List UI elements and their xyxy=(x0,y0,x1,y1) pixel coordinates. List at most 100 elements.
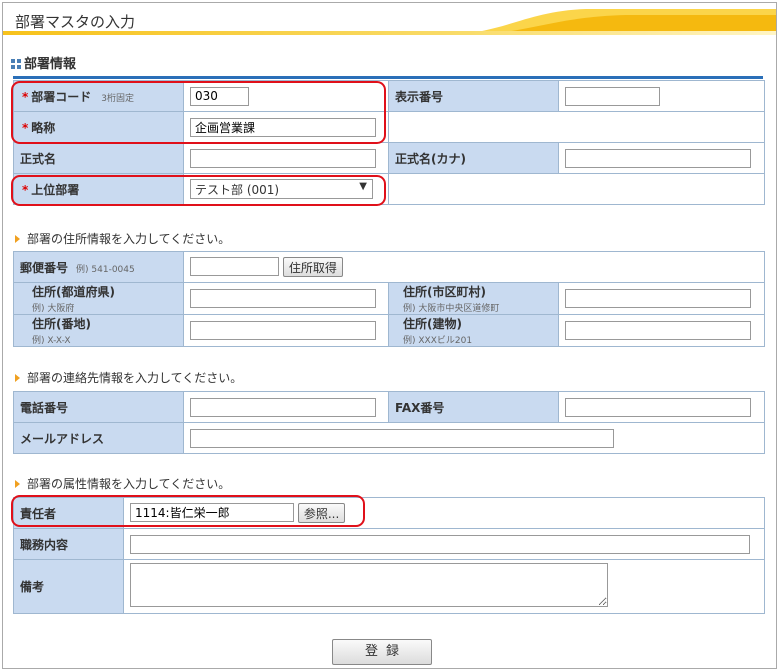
section-title-text: 部署情報 xyxy=(24,57,77,72)
page-header: 部署マスタの入力 xyxy=(3,3,776,37)
zip-label-cell: 郵便番号 例) 541-0045 xyxy=(13,251,184,283)
block-label-cell: 住所(番地) 例) X-X-X xyxy=(13,314,184,347)
parent-dept-label-cell: * 上位部署 xyxy=(13,173,184,205)
register-button[interactable]: 登録 xyxy=(332,639,432,665)
block-example: 例) X-X-X xyxy=(32,336,71,346)
building-label: 住所(建物) xyxy=(403,317,462,331)
pref-label: 住所(都道府県) xyxy=(32,285,115,299)
notes-label: 備考 xyxy=(20,580,45,594)
abbrev-label: 略称 xyxy=(31,120,56,135)
notes-cell xyxy=(123,559,765,614)
pref-cell xyxy=(183,282,389,315)
zip-label: 郵便番号 xyxy=(20,260,69,275)
dropdown-arrow-icon: ▼ xyxy=(359,181,367,192)
pref-example: 例) 大阪府 xyxy=(32,304,75,314)
building-label-cell: 住所(建物) 例) XXXビル201 xyxy=(388,314,559,347)
pref-input[interactable] xyxy=(190,289,376,308)
manager-cell: 参照... xyxy=(123,497,765,529)
fax-label: FAX番号 xyxy=(395,400,445,415)
manager-input[interactable] xyxy=(130,502,294,522)
dept-code-input[interactable] xyxy=(190,86,249,106)
abbrev-label-cell: * 略称 xyxy=(13,111,184,143)
dept-code-label-cell: * 部署コード 3桁固定 xyxy=(13,80,184,112)
duties-label: 職務内容 xyxy=(20,537,69,552)
parent-dept-cell: テスト部 (001) ▼ xyxy=(183,173,389,205)
fax-input[interactable] xyxy=(565,397,751,417)
city-example: 例) 大阪市中央区道修町 xyxy=(403,304,500,314)
phone-label-cell: 電話番号 xyxy=(13,391,184,423)
building-cell xyxy=(558,314,765,347)
city-input[interactable] xyxy=(565,289,751,308)
required-mark: * xyxy=(22,120,29,135)
fax-label-cell: FAX番号 xyxy=(388,391,559,423)
empty-cell xyxy=(388,111,765,143)
basic-info-table: *部署コード3桁固定 表示番号 *略称 正式名 正式名(カナ) xyxy=(13,80,765,205)
section-title: 部署情報 xyxy=(11,53,76,72)
dept-code-note: 3桁固定 xyxy=(101,93,135,104)
address-info-label: 部署の住所情報を入力してください。 xyxy=(27,232,231,246)
duties-input[interactable] xyxy=(130,534,750,554)
contact-table: 電話番号 FAX番号 メールアドレス xyxy=(13,391,765,454)
fax-cell xyxy=(558,391,765,423)
building-example: 例) XXXビル201 xyxy=(403,336,473,346)
official-name-input[interactable] xyxy=(190,148,376,168)
official-name-label: 正式名 xyxy=(20,151,57,166)
address-table: 郵便番号 例) 541-0045 住所取得 住所(都道府県) 例) 大阪府 住所(市… xyxy=(13,251,765,347)
manager-label-cell: 責任者 xyxy=(13,497,124,529)
phone-label: 電話番号 xyxy=(20,400,69,415)
email-input[interactable] xyxy=(190,428,614,448)
duties-label-cell: 職務内容 xyxy=(13,528,124,560)
grid-bullet-icon xyxy=(11,59,21,69)
address-info-text: 部署の住所情報を入力してください。 xyxy=(15,230,230,247)
browse-manager-button[interactable]: 参照... xyxy=(297,503,346,524)
zip-input[interactable] xyxy=(190,257,279,276)
attr-info-text: 部署の属性情報を入力してください。 xyxy=(15,475,230,492)
notes-textarea[interactable] xyxy=(130,563,608,607)
official-name-label-cell: 正式名 xyxy=(13,142,184,174)
official-kana-cell xyxy=(558,142,765,174)
block-input[interactable] xyxy=(190,321,376,340)
email-label-cell: メールアドレス xyxy=(13,422,184,454)
official-kana-label: 正式名(カナ) xyxy=(395,151,466,166)
triangle-bullet-icon xyxy=(15,480,20,488)
display-no-label-cell: 表示番号 xyxy=(388,80,559,112)
contact-info-text: 部署の連絡先情報を入力してください。 xyxy=(15,369,242,386)
phone-cell xyxy=(183,391,389,423)
email-cell xyxy=(183,422,765,454)
city-label: 住所(市区町村) xyxy=(403,285,486,299)
abbrev-cell xyxy=(183,111,389,143)
parent-dept-label: 上位部署 xyxy=(31,182,80,197)
header-stripe xyxy=(3,31,776,35)
zip-example: 例) 541-0045 xyxy=(76,264,135,275)
attr-info-label: 部署の属性情報を入力してください。 xyxy=(27,477,231,491)
attributes-table: 責任者 参照... 職務内容 備考 xyxy=(13,497,765,614)
triangle-bullet-icon xyxy=(15,374,20,382)
notes-label-cell: 備考 xyxy=(13,559,124,614)
parent-dept-selected-value: テスト部 (001) xyxy=(195,183,280,197)
display-no-input[interactable] xyxy=(565,86,660,106)
contact-info-label: 部署の連絡先情報を入力してください。 xyxy=(27,371,243,385)
phone-input[interactable] xyxy=(190,397,376,417)
required-mark: * xyxy=(22,89,29,104)
empty-cell xyxy=(388,173,765,205)
official-kana-input[interactable] xyxy=(565,148,751,168)
official-kana-label-cell: 正式名(カナ) xyxy=(388,142,559,174)
parent-dept-select[interactable]: テスト部 (001) ▼ xyxy=(190,179,373,199)
abbrev-input[interactable] xyxy=(190,117,376,137)
get-address-button[interactable]: 住所取得 xyxy=(282,257,343,277)
city-cell xyxy=(558,282,765,315)
dept-code-cell xyxy=(183,80,389,112)
building-input[interactable] xyxy=(565,321,751,340)
dept-code-label: 部署コード xyxy=(31,89,92,104)
block-label: 住所(番地) xyxy=(32,317,91,331)
duties-cell xyxy=(123,528,765,560)
display-no-cell xyxy=(558,80,765,112)
pref-label-cell: 住所(都道府県) 例) 大阪府 xyxy=(13,282,184,315)
manager-label: 責任者 xyxy=(20,506,57,521)
zip-cell: 住所取得 xyxy=(183,251,765,283)
required-mark: * xyxy=(22,182,29,197)
display-no-label: 表示番号 xyxy=(395,89,444,104)
window-frame: 部署マスタの入力 部署情報 *部署コード3桁固定 表示番号 *略称 xyxy=(2,2,777,669)
triangle-bullet-icon xyxy=(15,235,20,243)
section-divider xyxy=(13,76,763,79)
